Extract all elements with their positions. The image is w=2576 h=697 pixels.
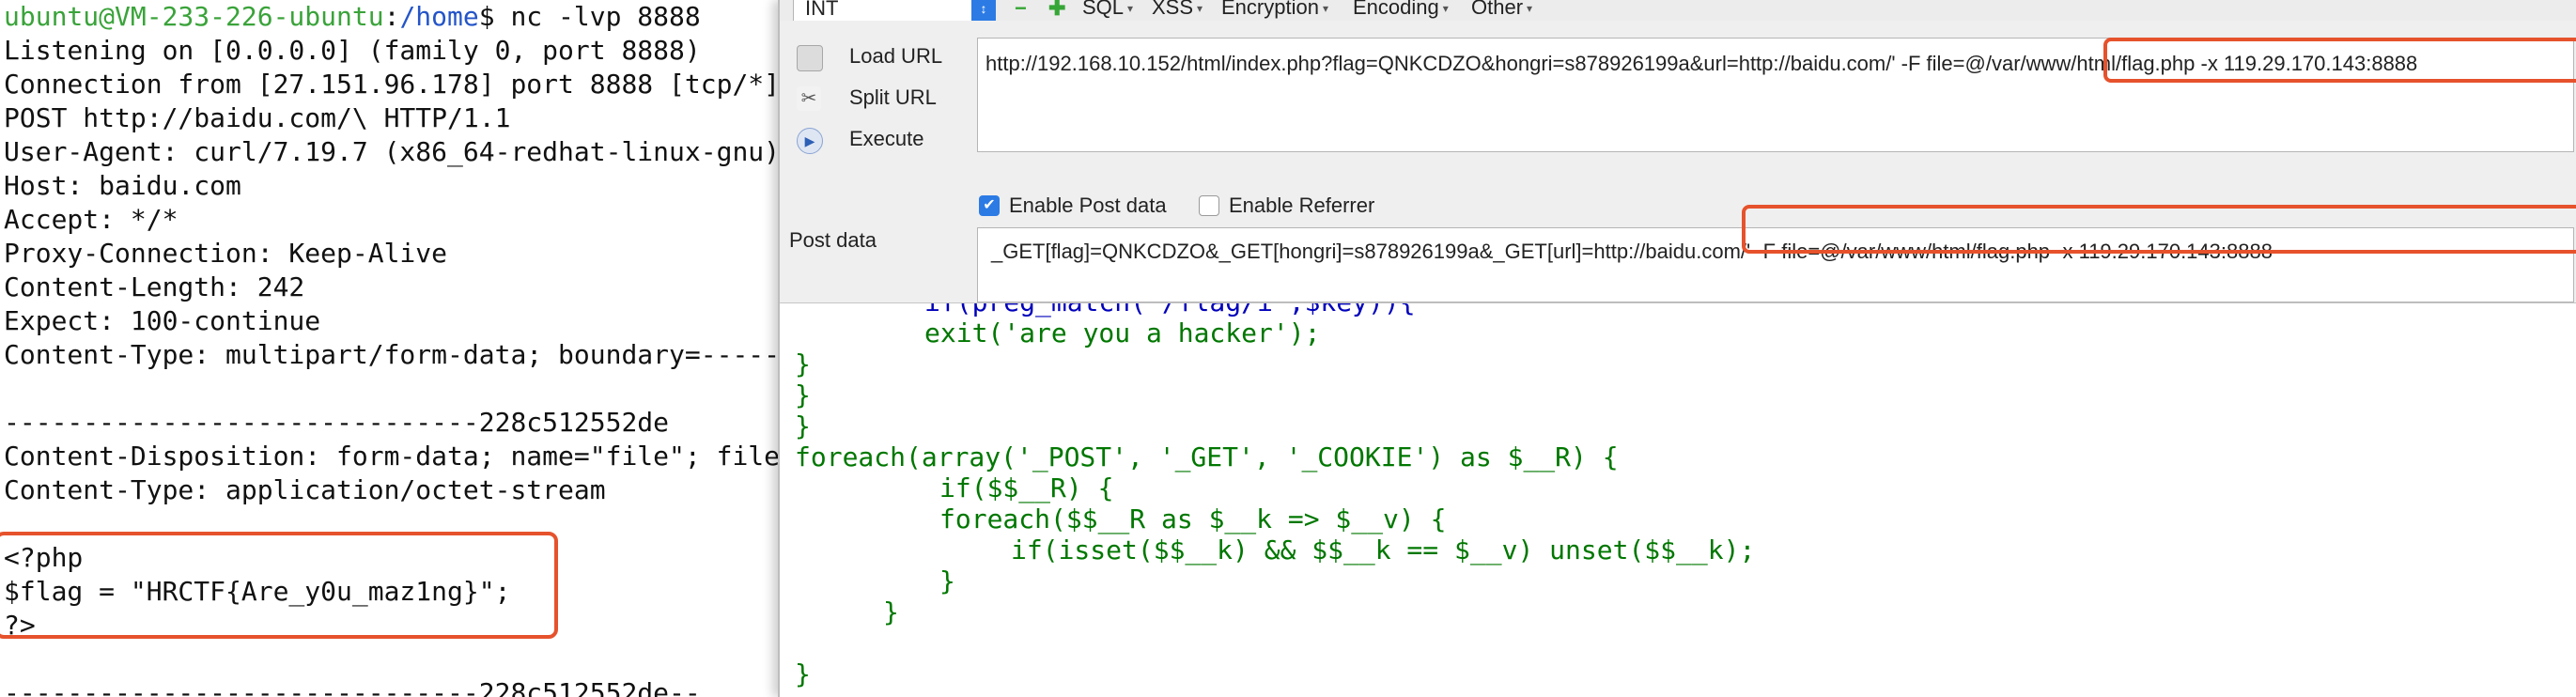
terminal-line: ------------------------------228c512552…: [4, 677, 701, 697]
load-url-icon: [797, 45, 823, 71]
terminal-line: POST http://baidu.com/\ HTTP/1.1: [4, 102, 511, 133]
hackbar-toolbar: INT ↕ − ✚ SQL ▾ XSS ▾ Encryption ▾ Encoding…: [780, 0, 2576, 24]
caret-down-icon: ▾: [1442, 2, 1449, 16]
menu-encryption[interactable]: Encryption ▾: [1221, 0, 1328, 22]
terminal-line: Content-Length: 242: [4, 271, 305, 302]
enable-referrer-label: Enable Referrer: [1229, 194, 1375, 217]
enable-post-label: Enable Post data: [1009, 194, 1167, 217]
caret-down-icon: ▾: [1127, 2, 1134, 16]
hackbar-window: INT ↕ − ✚ SQL ▾ XSS ▾ Encryption ▾ Encoding…: [778, 0, 2576, 697]
load-url-button[interactable]: Load URL: [787, 38, 966, 75]
code-line: }: [939, 565, 955, 596]
prompt-user: ubuntu@VM-233-226-ubuntu: [4, 1, 384, 32]
menu-encryption-label: Encryption: [1221, 0, 1319, 19]
caret-down-icon: ▾: [1322, 2, 1328, 16]
terminal-line: Content-Disposition: form-data; name="fi…: [4, 441, 780, 472]
terminal-line: Connection from [27.151.96.178] port 888…: [4, 69, 780, 100]
terminal-prompt: ubuntu@VM-233-226-ubuntu:/home$ nc -lvp …: [4, 0, 701, 34]
terminal-line: Content-Type: application/octet-stream: [4, 474, 606, 505]
code-line: if(preg_match('/flag/i',$key)){: [795, 303, 1416, 318]
execute-label: Execute: [849, 127, 924, 150]
type-select-value: INT: [805, 0, 839, 20]
menu-xss-label: XSS: [1152, 0, 1194, 19]
terminal-line: Expect: 100-continue: [4, 305, 321, 336]
terminal-window[interactable]: ubuntu@VM-233-226-ubuntu:/home$ nc -lvp …: [0, 0, 780, 697]
menu-sql[interactable]: SQL ▾: [1082, 0, 1133, 22]
code-line: exit('are you a hacker');: [924, 318, 1321, 348]
enable-referrer-checkbox[interactable]: Enable Referrer: [1199, 194, 1415, 218]
code-line: }: [795, 410, 811, 441]
code-line: foreach($$__R as $__k => $__v) {: [939, 503, 1447, 534]
menu-encoding-label: Encoding: [1353, 0, 1439, 19]
prompt-separator: :: [383, 1, 400, 32]
terminal-line: Proxy-Connection: Keep-Alive: [4, 238, 448, 269]
load-url-label: Load URL: [849, 44, 943, 68]
code-line: }: [883, 596, 899, 627]
terminal-line: Content-Type: multipart/form-data; bound…: [4, 339, 780, 370]
caret-down-icon: ▾: [1197, 2, 1203, 16]
checkmark-icon: ✔: [979, 195, 1000, 216]
php-source-view: if(preg_match('/flag/i',$key)){ exit('ar…: [780, 303, 2576, 697]
terminal-line: ------------------------------228c512552…: [4, 407, 670, 438]
empty-checkbox-icon: [1199, 195, 1219, 216]
code-line: }: [795, 658, 811, 689]
terminal-line: Listening on [0.0.0.0] (family 0, port 8…: [4, 35, 701, 66]
scissors-icon: ✂: [797, 86, 821, 111]
play-icon: ▶: [797, 128, 823, 154]
code-line: if($$__R) {: [939, 472, 1114, 503]
menu-xss[interactable]: XSS ▾: [1152, 0, 1203, 22]
flag-highlight-box: [0, 532, 558, 639]
code-line: }: [795, 379, 811, 410]
enable-post-checkbox[interactable]: ✔ Enable Post data: [979, 194, 1195, 218]
menu-other-label: Other: [1471, 0, 1524, 19]
plus-icon[interactable]: ✚: [1048, 0, 1065, 21]
menu-other[interactable]: Other ▾: [1471, 0, 1532, 22]
terminal-line: User-Agent: curl/7.19.7 (x86_64-redhat-l…: [4, 136, 780, 167]
terminal-line: Accept: */*: [4, 204, 178, 235]
code-line: }: [795, 348, 811, 379]
prompt-command: $ nc -lvp 8888: [478, 1, 701, 32]
url-highlight-box: [2103, 38, 2576, 83]
menu-encoding[interactable]: Encoding ▾: [1353, 0, 1449, 22]
menu-sql-label: SQL: [1082, 0, 1125, 19]
split-url-label: Split URL: [849, 85, 937, 109]
prompt-path: /home: [399, 1, 479, 32]
terminal-line: Host: baidu.com: [4, 170, 241, 201]
minus-icon[interactable]: −: [1015, 0, 1027, 21]
chevron-updown-icon: ↕: [971, 0, 996, 23]
post-highlight-box: [1742, 205, 2576, 254]
code-line: if(isset($$__k) && $$__k == $__v) unset(…: [1011, 534, 1756, 565]
code-line: foreach(array('_POST', '_GET', '_COOKIE'…: [795, 441, 1619, 472]
execute-button[interactable]: ▶ Execute: [787, 120, 966, 158]
caret-down-icon: ▾: [1527, 2, 1533, 16]
split-url-button[interactable]: ✂ Split URL: [787, 79, 966, 116]
post-data-label: Post data: [789, 228, 877, 252]
